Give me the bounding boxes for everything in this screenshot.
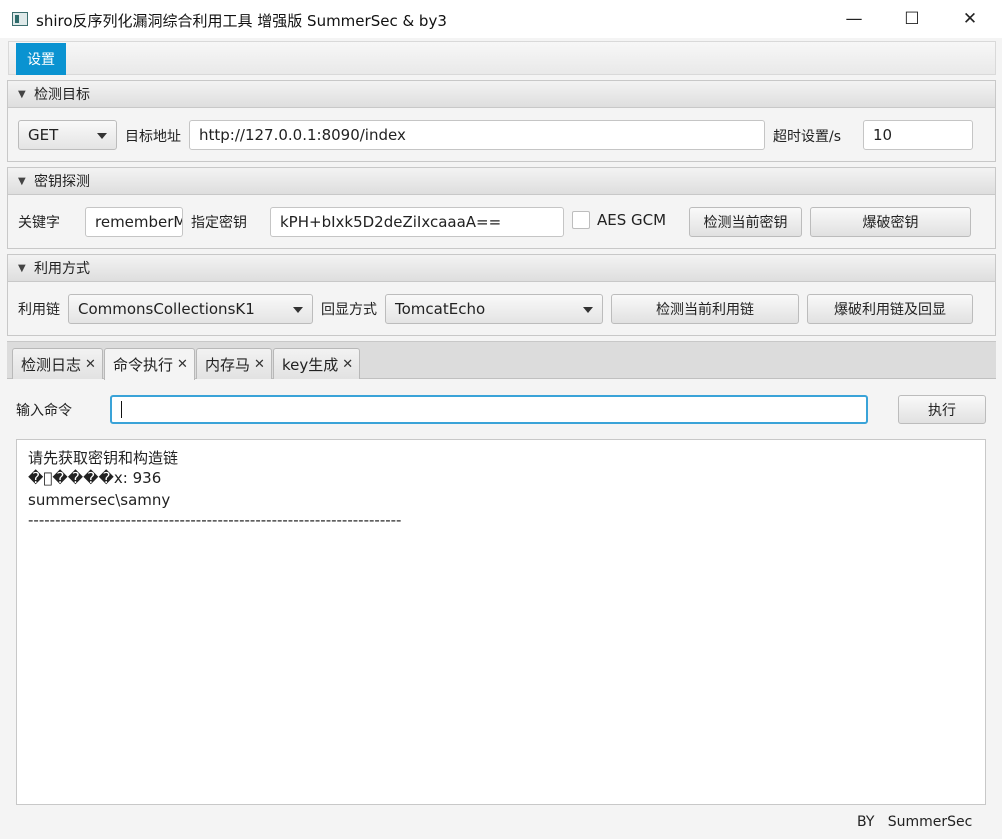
chevron-down-icon [583,307,593,313]
keyword-label: 关键字 [18,215,60,231]
footer-credit: BY SummerSec [857,814,973,830]
tab-close-icon[interactable]: ✕ [85,357,96,372]
tab-detect-log[interactable]: 检测日志 ✕ [12,348,103,379]
tab-close-icon[interactable]: ✕ [177,357,188,372]
brute-key-button[interactable]: 爆破密钥 [810,207,971,237]
method-value: GET [28,126,59,144]
text-caret [121,401,122,418]
window-title: shiro反序列化漏洞综合利用工具 增强版 SummerSec & by3 [36,12,447,30]
tab-label: 检测日志 [21,355,82,374]
minimize-icon: — [845,9,863,29]
tab-close-icon[interactable]: ✕ [254,357,265,372]
key-label: 指定密钥 [191,215,247,231]
chain-value: CommonsCollectionsK1 [78,300,255,318]
tab-label: key生成 [282,355,339,374]
chevron-down-icon [97,133,107,139]
key-detect-title: 密钥探测 [34,174,90,190]
output-line: summersec\samny [28,491,171,509]
tab-command-exec[interactable]: 命令执行 ✕ [104,348,195,380]
chain-select[interactable]: CommonsCollectionsK1 [68,294,313,324]
url-input[interactable]: http://127.0.0.1:8090/index [189,120,765,150]
tab-label: 命令执行 [113,356,174,374]
app-icon [12,12,28,26]
collapse-arrow-icon: ▼ [18,262,26,274]
brute-chain-button[interactable]: 爆破利用链及回显 [807,294,973,324]
key-input[interactable]: kPH+bIxk5D2deZiIxcaaaA== [270,207,564,237]
command-label: 输入命令 [16,403,72,419]
aes-gcm-checkbox[interactable] [572,211,590,229]
tab-memshell[interactable]: 内存马 ✕ [196,348,272,379]
detect-target-header[interactable]: ▼ 检测目标 [8,81,995,108]
chain-label: 利用链 [18,302,60,318]
timeout-input[interactable]: 10 [863,120,973,150]
tab-key-gen[interactable]: key生成 ✕ [273,348,361,379]
tab-close-icon[interactable]: ✕ [342,357,353,372]
output-textarea[interactable]: 请先获取密钥和构造链 � ����x: 936 summersec\samny … [16,439,986,805]
keyword-input[interactable]: rememberM [85,207,183,237]
aes-gcm-label: AES GCM [597,211,667,229]
echo-label: 回显方式 [321,302,377,318]
output-line: � ����x: 936 [28,469,162,487]
timeout-label: 超时设置/s [773,129,842,145]
menu-settings[interactable]: 设置 [16,43,66,75]
chevron-down-icon [293,307,303,313]
collapse-arrow-icon: ▼ [18,175,26,187]
echo-value: TomcatEcho [395,300,486,318]
minimize-button[interactable]: — [825,0,883,38]
echo-select[interactable]: TomcatEcho [385,294,603,324]
collapse-arrow-icon: ▼ [18,88,26,100]
close-icon: ✕ [962,9,978,29]
close-button[interactable]: ✕ [941,0,999,38]
check-chain-button[interactable]: 检测当前利用链 [611,294,799,324]
output-line: 请先获取密钥和构造链 [28,449,179,467]
detect-target-title: 检测目标 [34,87,90,103]
method-select[interactable]: GET [18,120,117,150]
exploit-title: 利用方式 [34,261,90,277]
command-input[interactable] [110,395,868,424]
key-detect-header[interactable]: ▼ 密钥探测 [8,168,995,195]
maximize-icon: ☐ [904,9,920,29]
check-key-button[interactable]: 检测当前密钥 [689,207,802,237]
maximize-button[interactable]: ☐ [883,0,941,38]
output-line: ----------------------------------------… [28,511,402,529]
execute-button[interactable]: 执行 [898,395,986,424]
exploit-header[interactable]: ▼ 利用方式 [8,255,995,282]
tab-label: 内存马 [205,355,251,374]
menu-bar [8,41,996,75]
url-label: 目标地址 [125,129,181,145]
